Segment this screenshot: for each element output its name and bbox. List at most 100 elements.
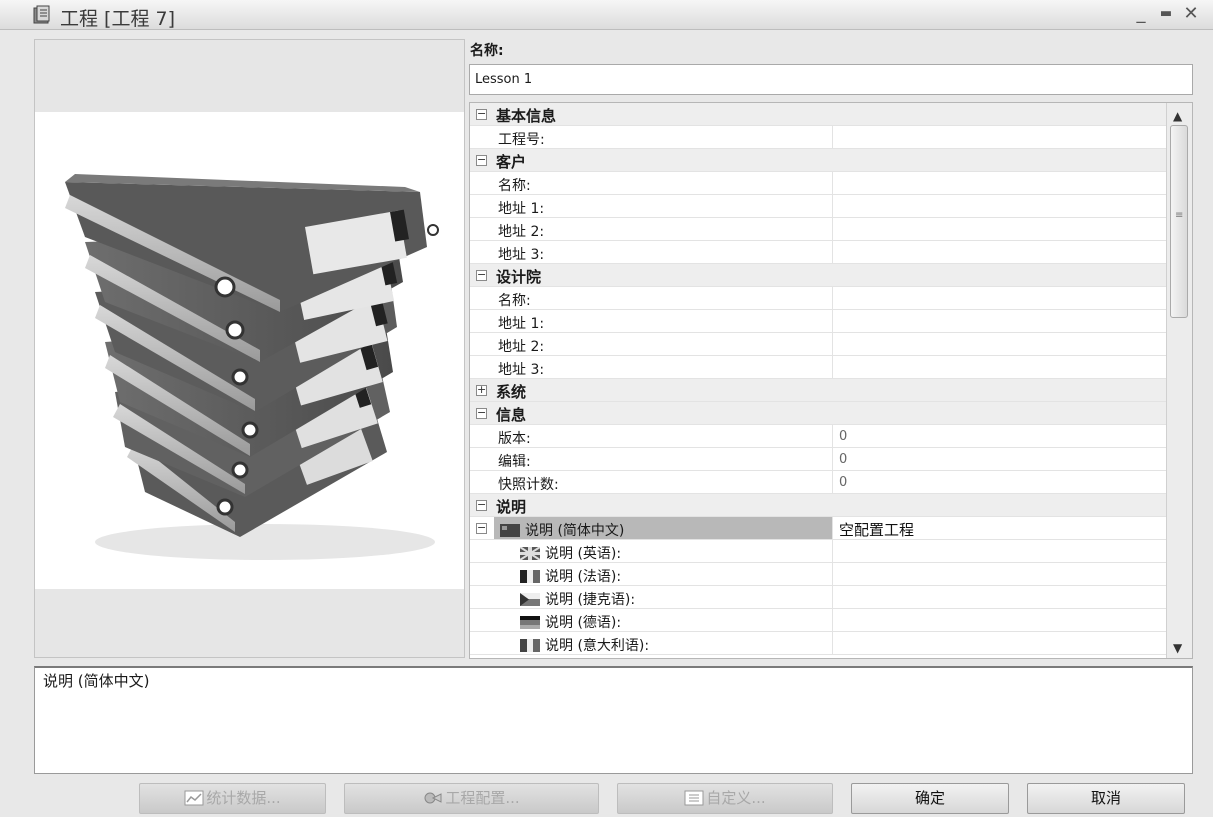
- scroll-up-arrow-icon[interactable]: ▲: [1173, 109, 1182, 123]
- property-value[interactable]: [832, 195, 1167, 217]
- property-value[interactable]: 0: [832, 425, 1167, 447]
- property-label: 说明 (法语):: [545, 569, 622, 585]
- minimize-button[interactable]: _: [1130, 3, 1152, 25]
- property-label: 说明 (英语):: [545, 546, 622, 562]
- property-value[interactable]: [832, 609, 1167, 631]
- property-name: 说明 (简体中文): [500, 520, 624, 540]
- category-row[interactable]: − 说明: [470, 494, 1167, 517]
- category-row[interactable]: − 信息: [470, 402, 1167, 425]
- maximize-button[interactable]: ▬: [1155, 3, 1177, 25]
- property-value[interactable]: 0: [832, 448, 1167, 470]
- project-config-button-label: 工程配置...: [445, 789, 520, 807]
- italy-flag-icon: [520, 639, 540, 652]
- ok-button[interactable]: 确定: [851, 783, 1009, 814]
- category-row[interactable]: − 设计院: [470, 264, 1167, 287]
- property-label: 编辑:: [498, 454, 531, 470]
- collapse-icon[interactable]: −: [476, 269, 487, 281]
- property-label: 地址 1:: [498, 201, 545, 217]
- statistics-button-label: 统计数据...: [206, 789, 281, 807]
- property-name: 工程号:: [498, 129, 545, 149]
- ok-button-label: 确定: [914, 789, 945, 807]
- property-row[interactable]: − 说明 (简体中文) 空配置工程: [470, 517, 1167, 540]
- collapse-icon[interactable]: −: [476, 108, 487, 120]
- property-name: 名称:: [498, 175, 531, 195]
- property-label: 地址 2:: [498, 339, 545, 355]
- property-value[interactable]: [832, 310, 1167, 332]
- property-name: 说明 (意大利语):: [520, 635, 649, 655]
- property-label: 客户: [496, 153, 527, 171]
- property-value[interactable]: [832, 563, 1167, 585]
- property-row[interactable]: 工程号:: [470, 126, 1167, 149]
- property-value[interactable]: [832, 172, 1167, 194]
- property-row[interactable]: 地址 1:: [470, 195, 1167, 218]
- property-row[interactable]: 说明 (德语):: [470, 609, 1167, 632]
- property-label: 地址 3:: [498, 247, 545, 263]
- property-row[interactable]: 快照计数: 0: [470, 471, 1167, 494]
- category-row[interactable]: + 系统: [470, 379, 1167, 402]
- property-value[interactable]: [832, 586, 1167, 608]
- property-row[interactable]: 名称:: [470, 172, 1167, 195]
- france-flag-icon: [520, 570, 540, 583]
- property-label: 说明 (意大利语):: [545, 638, 650, 654]
- collapse-icon[interactable]: −: [476, 407, 487, 419]
- property-row[interactable]: 版本: 0: [470, 425, 1167, 448]
- property-row[interactable]: 说明 (捷克语):: [470, 586, 1167, 609]
- category-row[interactable]: − 客户: [470, 149, 1167, 172]
- property-value[interactable]: 0: [832, 471, 1167, 493]
- close-button[interactable]: ✕: [1180, 3, 1202, 25]
- property-name: 地址 3:: [498, 244, 544, 264]
- project-icon: [33, 5, 50, 24]
- property-value[interactable]: [832, 540, 1167, 562]
- property-name: 信息: [496, 404, 526, 425]
- property-name: 说明 (捷克语):: [520, 589, 635, 609]
- property-row[interactable]: 地址 2:: [470, 333, 1167, 356]
- property-value[interactable]: [832, 333, 1167, 355]
- collapse-icon[interactable]: −: [476, 154, 487, 166]
- property-row[interactable]: 地址 1:: [470, 310, 1167, 333]
- property-label: 快照计数:: [498, 477, 559, 493]
- property-label: 名称:: [498, 178, 531, 194]
- property-value[interactable]: 空配置工程: [832, 517, 1167, 539]
- property-row[interactable]: 地址 2:: [470, 218, 1167, 241]
- property-value[interactable]: [832, 287, 1167, 309]
- config-icon: [424, 792, 442, 804]
- project-config-button[interactable]: 工程配置...: [344, 783, 599, 814]
- property-value[interactable]: [832, 241, 1167, 263]
- property-name: 说明: [496, 496, 526, 517]
- property-label: 说明 (简体中文): [525, 523, 625, 539]
- category-row[interactable]: − 基本信息: [470, 103, 1167, 126]
- property-value[interactable]: [832, 126, 1167, 148]
- expand-icon[interactable]: +: [476, 384, 487, 396]
- customize-button-label: 自定义...: [706, 789, 766, 807]
- property-name: 系统: [496, 381, 526, 402]
- property-value[interactable]: [832, 356, 1167, 378]
- property-row[interactable]: 地址 3:: [470, 356, 1167, 379]
- property-row[interactable]: 说明 (法语):: [470, 563, 1167, 586]
- property-grid-rows: − 基本信息 工程号: − 客户 名称: 地址 1: 地址 2: 地址 3: − 设计院 名称: 地址 …: [470, 103, 1167, 655]
- statistics-button[interactable]: 统计数据...: [139, 783, 326, 814]
- property-row[interactable]: 地址 3:: [470, 241, 1167, 264]
- customize-button[interactable]: 自定义...: [617, 783, 833, 814]
- property-value[interactable]: [832, 218, 1167, 240]
- property-name: 版本:: [498, 428, 531, 448]
- property-grid-scrollbar[interactable]: ▲ ≡ ▼: [1166, 103, 1192, 658]
- property-name: 基本信息: [496, 105, 556, 126]
- collapse-icon[interactable]: −: [476, 522, 487, 534]
- project-dialog: 工程 [工程 7] _ ▬ ✕ 名称: Lesson 1 − 基本信息 工程号:…: [0, 0, 1213, 817]
- project-name-input[interactable]: [469, 64, 1193, 95]
- cancel-button[interactable]: 取消: [1027, 783, 1185, 814]
- property-row[interactable]: 编辑: 0: [470, 448, 1167, 471]
- property-grid[interactable]: − 基本信息 工程号: − 客户 名称: 地址 1: 地址 2: 地址 3: − 设计院 名称: 地址 …: [469, 102, 1193, 659]
- scrollbar-thumb[interactable]: ≡: [1170, 125, 1188, 318]
- property-label: 名称:: [498, 293, 531, 309]
- property-label: 版本:: [498, 431, 531, 447]
- property-value[interactable]: [832, 632, 1167, 654]
- czech-flag-icon: [520, 593, 540, 606]
- collapse-icon[interactable]: −: [476, 499, 487, 511]
- property-row[interactable]: 说明 (意大利语):: [470, 632, 1167, 655]
- window-title: 工程 [工程 7]: [60, 8, 175, 30]
- scroll-down-arrow-icon[interactable]: ▼: [1173, 641, 1182, 655]
- property-name: 名称:: [498, 290, 531, 310]
- property-row[interactable]: 名称:: [470, 287, 1167, 310]
- property-row[interactable]: 说明 (英语):: [470, 540, 1167, 563]
